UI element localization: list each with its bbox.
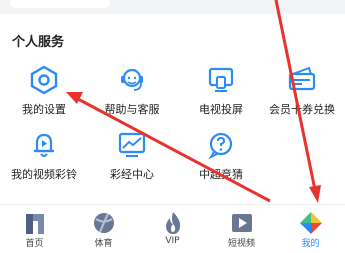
tab-label: 体育 — [94, 239, 113, 249]
question-bubble-icon — [208, 132, 233, 160]
headset-service-icon — [121, 68, 143, 91]
service-caijing-center[interactable]: 彩经中心 — [89, 130, 175, 190]
tab-short-video[interactable]: 短视频 — [207, 205, 276, 253]
tab-label: 我的 — [301, 239, 320, 249]
service-member-coupon[interactable]: 会员卡券兑换 — [259, 65, 345, 125]
trend-chart-icon — [118, 132, 146, 157]
tv-cast-icon — [208, 67, 234, 92]
tab-label: 首页 — [25, 239, 44, 249]
service-label: 彩经中心 — [110, 168, 154, 181]
settings-gear-icon — [30, 65, 58, 95]
service-label: 帮助与客服 — [104, 103, 160, 116]
short-video-play-icon — [231, 214, 252, 232]
service-label: 中超竞猜 — [199, 168, 243, 181]
tab-mine[interactable]: 我的 — [276, 205, 345, 253]
tab-sports[interactable]: 体育 — [69, 205, 138, 253]
section-title: 个人服务 — [12, 35, 65, 50]
service-my-settings[interactable]: 我的设置 — [1, 65, 87, 125]
ticket-card-icon — [288, 66, 316, 91]
service-csl-quiz[interactable]: 中超竞猜 — [178, 130, 264, 190]
service-label: 我的设置 — [22, 103, 66, 116]
vip-flame-icon — [165, 212, 180, 234]
tab-label: VIP — [165, 236, 180, 246]
tab-vip[interactable]: VIP — [138, 205, 207, 253]
mine-prism-icon — [299, 212, 322, 234]
home-logo-icon — [25, 214, 44, 234]
service-help[interactable]: 帮助与客服 — [89, 65, 175, 125]
service-tv-cast[interactable]: 电视投屏 — [178, 65, 264, 125]
top-card-edge — [10, 0, 110, 8]
tab-label: 短视频 — [227, 239, 255, 249]
service-video-ringtone[interactable]: 我的视频彩铃 — [1, 130, 87, 190]
bell-ringtone-icon — [34, 133, 54, 157]
tab-home[interactable]: 首页 — [0, 205, 69, 253]
bottom-tab-bar: 首页 体育 VIP 短视频 我的 — [0, 205, 345, 253]
sports-ball-icon — [93, 213, 114, 233]
service-label: 会员卡券兑换 — [269, 103, 335, 116]
service-label: 我的视频彩铃 — [11, 168, 77, 181]
service-label: 电视投屏 — [199, 103, 243, 116]
